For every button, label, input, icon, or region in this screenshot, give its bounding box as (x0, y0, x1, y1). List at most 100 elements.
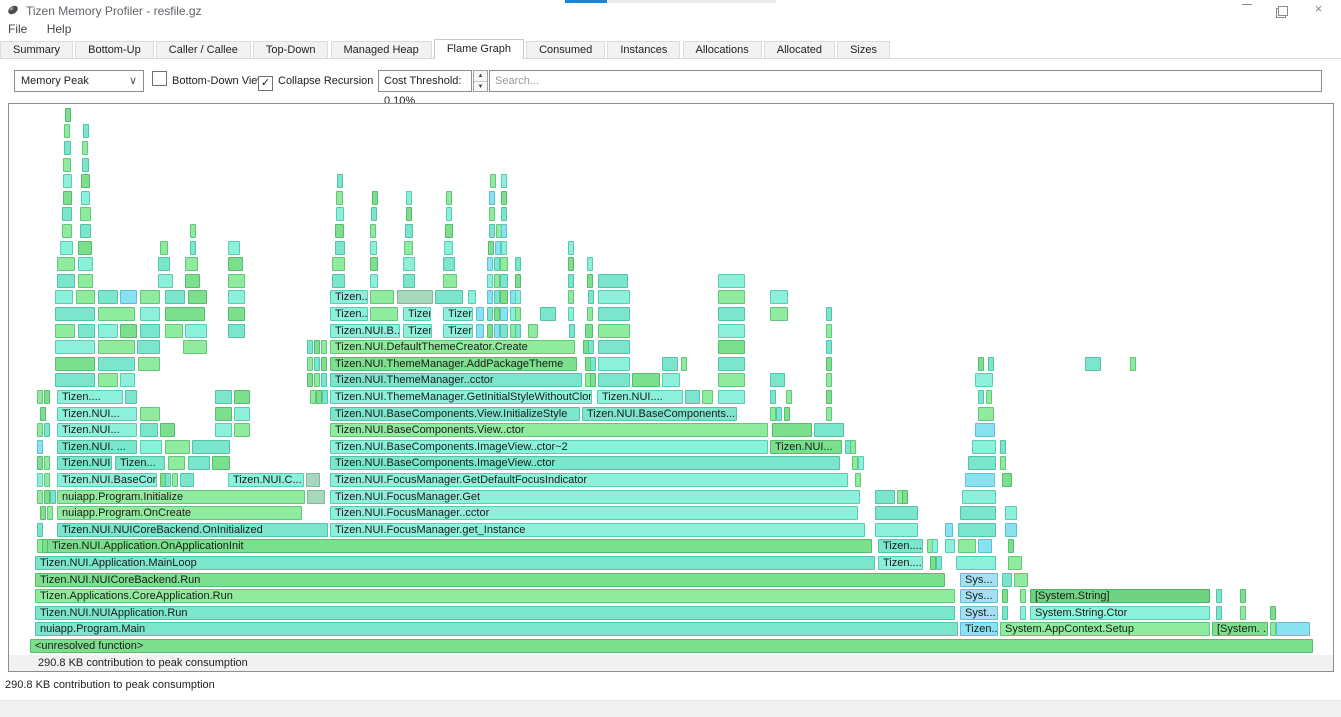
flame-block[interactable]: Tizen.NUI.FocusManager.get_Instance (330, 523, 865, 537)
flame-block[interactable] (718, 324, 745, 338)
flame-block[interactable] (501, 174, 507, 188)
flame-block[interactable] (140, 440, 162, 454)
flame-block[interactable]: Tizen.NUI.Application.MainLoop (35, 556, 875, 570)
flame-block[interactable] (718, 307, 745, 321)
flame-block[interactable] (718, 290, 745, 304)
flame-block[interactable] (321, 357, 327, 371)
flame-block[interactable] (972, 440, 996, 454)
flame-block[interactable] (370, 307, 398, 321)
flame-block[interactable] (770, 307, 788, 321)
flame-block[interactable] (98, 307, 135, 321)
flame-block[interactable] (681, 357, 687, 371)
flame-block[interactable] (978, 539, 992, 553)
flame-block[interactable]: Sys... (960, 589, 998, 603)
flame-block[interactable] (60, 241, 73, 255)
menu-file[interactable]: File (0, 20, 35, 38)
flame-block[interactable] (988, 357, 994, 371)
flame-block[interactable]: Tizen... (960, 622, 998, 636)
flame-block[interactable]: Syst... (960, 606, 998, 620)
flame-block[interactable] (322, 390, 328, 404)
flame-block[interactable] (772, 423, 812, 437)
flame-block[interactable] (1270, 606, 1276, 620)
flame-block[interactable] (826, 407, 832, 421)
flame-block[interactable] (228, 241, 240, 255)
flame-block[interactable] (37, 456, 43, 470)
flame-block[interactable] (500, 274, 508, 288)
flame-block[interactable]: Tizen.NUI.NUICoreBackend.Run (35, 573, 945, 587)
flame-block[interactable] (212, 456, 230, 470)
flame-block[interactable] (337, 174, 343, 188)
flame-block[interactable] (1008, 539, 1014, 553)
flame-block[interactable] (945, 539, 955, 553)
flame-block[interactable] (57, 274, 75, 288)
flame-block[interactable] (1085, 357, 1101, 371)
flame-block[interactable] (718, 373, 745, 387)
flame-block[interactable] (98, 290, 118, 304)
flame-block[interactable] (192, 440, 230, 454)
flame-block[interactable] (515, 274, 521, 288)
flame-block[interactable] (501, 207, 507, 221)
flame-block[interactable] (370, 224, 376, 238)
tab-caller-callee[interactable]: Caller / Callee (156, 41, 251, 58)
flame-block[interactable] (321, 340, 327, 354)
flame-block[interactable] (37, 523, 43, 537)
flame-block[interactable] (140, 423, 158, 437)
flame-block[interactable]: System.AppContext.Setup (1000, 622, 1210, 636)
flame-block[interactable] (314, 357, 320, 371)
flame-block[interactable]: Sys... (960, 573, 998, 587)
flame-block[interactable] (63, 191, 72, 205)
flame-block[interactable] (826, 357, 832, 371)
flame-block[interactable] (336, 191, 343, 205)
flame-block[interactable] (321, 373, 327, 387)
flame-block[interactable]: Tizen.NUI.... (597, 390, 683, 404)
flame-block[interactable] (165, 440, 190, 454)
flame-block[interactable]: [System. ... (1212, 622, 1268, 636)
flame-block[interactable] (307, 340, 313, 354)
flame-block[interactable] (965, 473, 995, 487)
flame-block[interactable]: Tizen... (403, 307, 431, 321)
flame-block[interactable] (372, 191, 378, 205)
flame-block[interactable] (501, 224, 507, 238)
flame-block[interactable] (1002, 573, 1012, 587)
flame-block[interactable] (587, 274, 593, 288)
flame-block[interactable] (718, 390, 745, 404)
flame-block[interactable] (165, 307, 205, 321)
flame-block[interactable] (76, 290, 95, 304)
flame-block[interactable] (307, 373, 313, 387)
flame-block[interactable] (902, 490, 908, 504)
flame-block[interactable] (160, 241, 168, 255)
tab-sizes[interactable]: Sizes (837, 41, 890, 58)
flame-block[interactable] (306, 473, 320, 487)
flame-block[interactable] (487, 290, 493, 304)
flame-block[interactable] (62, 207, 72, 221)
flame-block[interactable] (786, 390, 792, 404)
flame-block[interactable] (500, 257, 508, 271)
flame-block[interactable] (975, 423, 995, 437)
flame-block[interactable] (515, 290, 521, 304)
flame-block[interactable] (314, 373, 320, 387)
flame-block[interactable] (587, 257, 593, 271)
flame-block[interactable] (875, 490, 895, 504)
flame-block[interactable]: [System.String] (1030, 589, 1210, 603)
flame-block[interactable]: Tizen... (115, 456, 165, 470)
flame-block[interactable]: Tizen.NUI.BaseComponents.... (582, 407, 737, 421)
flame-block[interactable] (500, 307, 508, 321)
flame-block[interactable] (228, 307, 245, 321)
flame-block[interactable] (44, 473, 50, 487)
flame-block[interactable] (826, 373, 832, 387)
flame-block[interactable] (598, 373, 630, 387)
flame-block[interactable] (1216, 589, 1222, 603)
flame-block[interactable] (958, 539, 976, 553)
flame-block[interactable] (78, 324, 95, 338)
tab-summary[interactable]: Summary (0, 41, 73, 58)
flame-block[interactable] (487, 324, 493, 338)
flame-block[interactable] (335, 224, 344, 238)
flame-block[interactable] (776, 407, 782, 421)
flame-block[interactable] (568, 241, 574, 255)
flame-block[interactable] (234, 423, 250, 437)
flame-block[interactable] (98, 324, 118, 338)
flame-block[interactable]: Tizen.... (878, 539, 923, 553)
flame-block[interactable] (568, 290, 574, 304)
flame-block[interactable] (958, 523, 996, 537)
flame-block[interactable]: Tizen.NUI.NUICoreBackend.OnInitialized (57, 523, 328, 537)
